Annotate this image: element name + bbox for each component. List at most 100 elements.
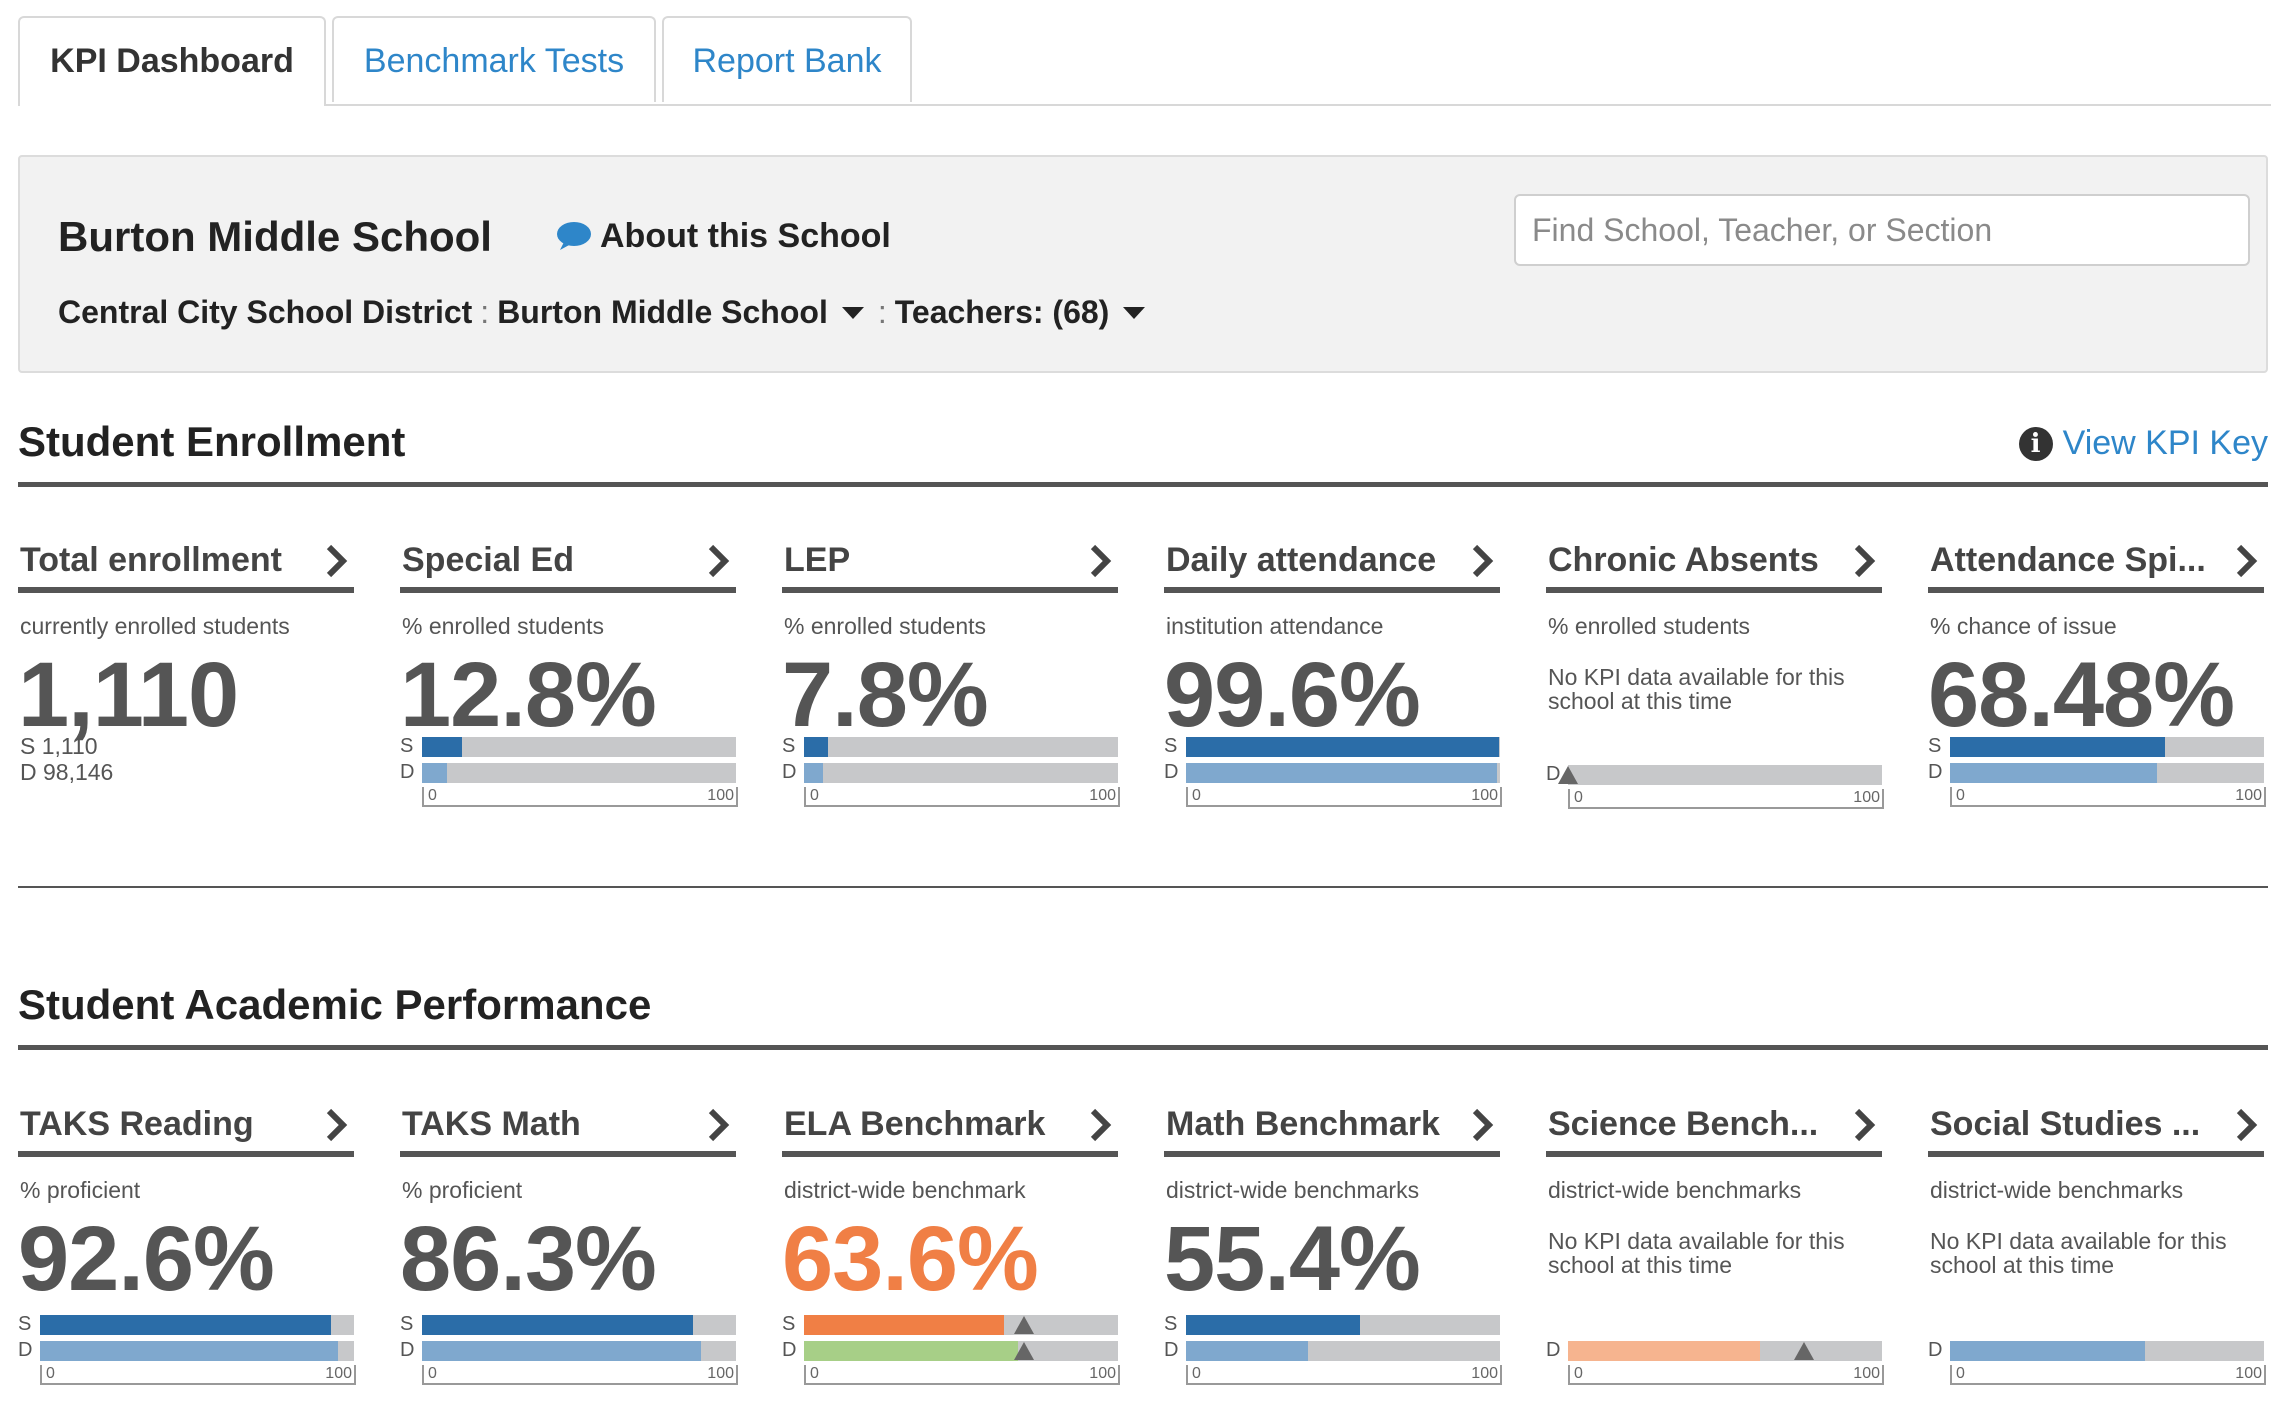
kpi-card[interactable]: Chronic Absents % enrolled students No KPI… <box>1546 541 1884 841</box>
school-bar-fill <box>40 1315 331 1335</box>
chevron-right-icon[interactable] <box>1468 1105 1498 1145</box>
kpi-title-rule <box>1546 1151 1882 1157</box>
kpi-title[interactable]: Special Ed <box>402 541 692 580</box>
kpi-card[interactable]: LEP % enrolled students 7.8% S D 0 100 <box>782 541 1120 841</box>
kpi-card[interactable]: Science Bench... district-wide benchmarks… <box>1546 1105 1884 1405</box>
chevron-down-icon[interactable] <box>841 306 864 319</box>
chevron-right-icon[interactable] <box>1086 541 1116 581</box>
district-bar-track <box>1186 1341 1500 1361</box>
district-bar-label: D <box>1546 1339 1561 1361</box>
breadcrumb-school[interactable]: Burton Middle School <box>497 294 828 330</box>
section-rule <box>18 1045 2268 1050</box>
kpi-subtitle: district-wide benchmark <box>784 1177 1026 1203</box>
district-bar-label: D <box>400 1339 415 1361</box>
breadcrumb-teachers[interactable]: Teachers: (68) <box>895 294 1110 330</box>
axis-min-label: 0 <box>1192 1365 1201 1382</box>
scale-axis: 0 100 <box>1568 789 1884 809</box>
district-bar-label: D <box>18 1339 33 1361</box>
axis-min-label: 0 <box>810 1365 819 1382</box>
scale-axis: 0 100 <box>804 1365 1120 1385</box>
no-data-message: No KPI data available for this school at… <box>1548 1228 1845 1278</box>
school-bar-fill <box>804 1315 1004 1335</box>
chevron-right-icon[interactable] <box>1850 541 1880 581</box>
scale-axis: 0 100 <box>1950 787 2266 807</box>
view-kpi-key-link[interactable]: i View KPI Key <box>2018 424 2268 463</box>
school-bar-fill <box>422 1315 693 1335</box>
chevron-right-icon[interactable] <box>2232 1105 2262 1145</box>
district-bar-fill <box>422 1341 702 1361</box>
axis-max-label: 100 <box>1471 787 1498 804</box>
kpi-title[interactable]: TAKS Reading <box>20 1105 310 1144</box>
kpi-subtitle: district-wide benchmarks <box>1166 1177 1420 1203</box>
kpi-card[interactable]: Special Ed % enrolled students 12.8% S D 0 100 <box>400 541 738 841</box>
search-input[interactable] <box>1514 194 2250 266</box>
district-bar-fill <box>1950 763 2158 783</box>
kpi-title[interactable]: Math Benchmark <box>1166 1105 1456 1144</box>
district-bar-fill <box>1186 763 1497 783</box>
chevron-right-icon[interactable] <box>322 541 352 581</box>
kpi-card[interactable]: Social Studies ... district-wide benchmar… <box>1928 1105 2266 1405</box>
breadcrumb-district[interactable]: Central City School District <box>58 294 472 330</box>
kpi-value: 99.6% <box>1164 644 1421 746</box>
axis-max-label: 100 <box>1089 1365 1116 1382</box>
target-marker-icon <box>1013 1342 1034 1360</box>
kpi-value: 86.3% <box>400 1208 657 1310</box>
kpi-card[interactable]: Attendance Spi... % chance of issue 68.48%… <box>1928 541 2266 841</box>
tab-benchmark-tests[interactable]: Benchmark Tests <box>332 16 656 102</box>
district-bar-label: D <box>782 761 797 783</box>
tab-kpi-dashboard[interactable]: KPI Dashboard <box>18 16 326 106</box>
district-bar-track <box>40 1341 354 1361</box>
chevron-right-icon[interactable] <box>2232 541 2262 581</box>
kpi-title[interactable]: Science Bench... <box>1548 1105 1838 1144</box>
kpi-title[interactable]: LEP <box>784 541 1074 580</box>
kpi-card[interactable]: TAKS Math % proficient 86.3% S D 0 100 <box>400 1105 738 1405</box>
kpi-card[interactable]: TAKS Reading % proficient 92.6% S D 0 100 <box>18 1105 356 1405</box>
about-school-link[interactable]: About this School <box>600 217 891 256</box>
axis-max-label: 100 <box>707 1365 734 1382</box>
chevron-down-icon[interactable] <box>1123 306 1146 319</box>
chevron-right-icon[interactable] <box>1850 1105 1880 1145</box>
kpi-title[interactable]: Total enrollment <box>20 541 310 580</box>
school-bar-label: S <box>1928 735 1942 757</box>
district-bar-track <box>1186 763 1500 783</box>
target-marker-icon <box>1558 766 1578 784</box>
chevron-right-icon[interactable] <box>704 1105 734 1145</box>
speech-bubble-icon[interactable] <box>556 221 592 251</box>
kpi-title[interactable]: Attendance Spi... <box>1930 541 2220 580</box>
district-bar-track <box>1950 1341 2264 1361</box>
tab-report-bank[interactable]: Report Bank <box>662 16 912 102</box>
school-bar-track <box>1186 1315 1500 1335</box>
school-bar-label: S <box>1164 735 1178 757</box>
district-bar-fill <box>1950 1341 2145 1361</box>
school-header-panel: Burton Middle School About this School C… <box>18 155 2268 373</box>
district-bar-track <box>1568 1341 1882 1361</box>
kpi-subtitle: district-wide benchmarks <box>1548 1177 1802 1203</box>
chevron-right-icon[interactable] <box>1468 541 1498 581</box>
chevron-right-icon[interactable] <box>322 1105 352 1145</box>
school-bar-fill <box>422 737 463 757</box>
axis-min-label: 0 <box>1956 1365 1965 1382</box>
kpi-title[interactable]: Social Studies ... <box>1930 1105 2220 1144</box>
district-bar-track <box>422 1341 736 1361</box>
district-count: D 98,146 <box>20 759 114 785</box>
district-bar-label: D <box>1928 761 1943 783</box>
school-bar-label: S <box>400 1313 414 1335</box>
kpi-card[interactable]: Math Benchmark district-wide benchmarks 55… <box>1164 1105 1502 1405</box>
kpi-title[interactable]: Chronic Absents <box>1548 541 1838 580</box>
chevron-right-icon[interactable] <box>704 541 734 581</box>
kpi-title[interactable]: TAKS Math <box>402 1105 692 1144</box>
kpi-subtitle: institution attendance <box>1166 613 1384 639</box>
kpi-card[interactable]: ELA Benchmark district-wide benchmark 63.6… <box>782 1105 1120 1405</box>
kpi-card[interactable]: Daily attendance institution attendance 99… <box>1164 541 1502 841</box>
chevron-right-icon[interactable] <box>1086 1105 1116 1145</box>
scale-axis: 0 100 <box>1950 1365 2266 1385</box>
section-rule <box>18 482 2268 487</box>
kpi-title[interactable]: Daily attendance <box>1166 541 1456 580</box>
kpi-title[interactable]: ELA Benchmark <box>784 1105 1074 1144</box>
district-bar-track <box>422 763 736 783</box>
kpi-card[interactable]: Total enrollment currently enrolled stude… <box>18 541 354 841</box>
district-bar-label: D <box>400 761 415 783</box>
section-title-academic: Student Academic Performance <box>18 981 652 1028</box>
district-bar-label: D <box>1164 1339 1179 1361</box>
district-bar-track <box>804 763 1118 783</box>
